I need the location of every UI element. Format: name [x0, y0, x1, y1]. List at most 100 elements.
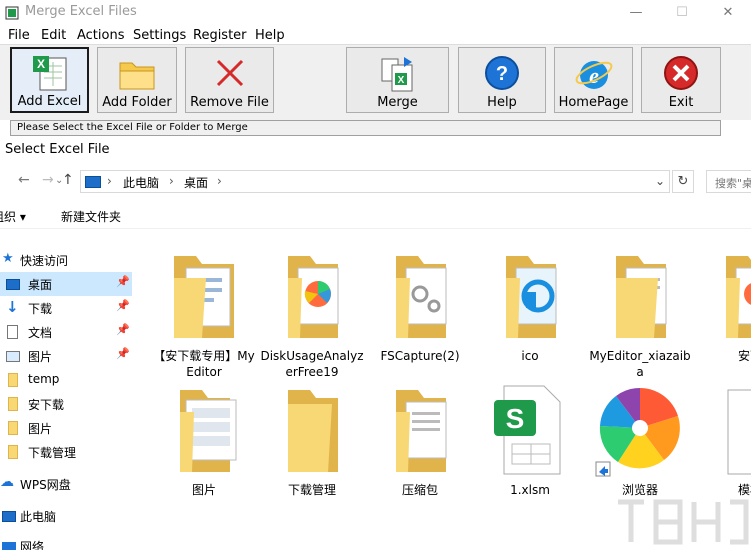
star-icon: ★	[2, 251, 14, 266]
help-icon: ?	[485, 56, 519, 90]
file-item[interactable]: MyEditor_xiazaiba	[586, 244, 694, 384]
address-dropdown-icon[interactable]: ⌄	[655, 174, 665, 188]
svg-text:X: X	[36, 57, 44, 71]
add-excel-label: Add Excel	[17, 94, 82, 109]
folder-icon	[288, 256, 339, 338]
add-folder-button[interactable]: Add Folder	[97, 47, 177, 113]
add-excel-button[interactable]: X Add Excel	[10, 47, 89, 113]
pin-icon[interactable]: 📌	[116, 299, 130, 312]
file-name: MyEditor_xiazaiba	[589, 349, 691, 379]
file-item[interactable]: DiskUsageAnalyzerFree19	[258, 244, 366, 384]
pin-icon[interactable]: 📌	[116, 347, 130, 360]
exit-button[interactable]: Exit	[641, 47, 721, 113]
menu-register[interactable]: Register	[193, 28, 247, 43]
organize-menu[interactable]: 组织 ▾	[0, 208, 26, 225]
merge-button[interactable]: X Merge	[346, 47, 449, 113]
dialog-title: Select Excel File	[5, 142, 110, 157]
address-segment-pc[interactable]: 此电脑	[123, 174, 159, 191]
folder-icon	[288, 390, 338, 472]
nav-item-anxiazai[interactable]: 安下载	[0, 392, 132, 416]
nav-item-download-manager[interactable]: 下载管理	[0, 440, 132, 464]
file-item[interactable]: 下载管理	[258, 378, 366, 518]
browser-icon	[595, 388, 680, 477]
watermark-logo	[618, 499, 749, 545]
folder-icon	[174, 256, 234, 338]
menu-settings[interactable]: Settings	[133, 28, 186, 43]
nav-item-documents[interactable]: 文档 📌	[0, 320, 132, 344]
folder-icon	[180, 390, 237, 472]
document-icon	[7, 325, 18, 339]
help-button[interactable]: ? Help	[458, 47, 546, 113]
add-folder-label: Add Folder	[102, 95, 172, 110]
exit-icon	[664, 56, 698, 90]
nav-item-downloads[interactable]: ↓ 下载 📌	[0, 296, 132, 320]
app-titlebar: Merge Excel Files — ☐ ✕	[0, 0, 751, 26]
address-separator: ›	[217, 174, 222, 188]
remove-x-icon	[216, 59, 243, 87]
folder-icon	[8, 397, 18, 411]
pin-icon[interactable]: 📌	[116, 275, 130, 288]
toolbar: X Add Excel Add Folder Remove File X Mer…	[0, 44, 751, 120]
pin-icon[interactable]: 📌	[116, 323, 130, 336]
cloud-icon: ☁	[0, 474, 14, 490]
computer-icon	[2, 511, 16, 522]
app-icon	[5, 6, 19, 20]
file-name: 下载管理	[287, 483, 336, 497]
download-icon: ↓	[6, 298, 19, 316]
maximize-button[interactable]: ☐	[659, 0, 705, 26]
file-item[interactable]: 压缩包	[366, 378, 474, 518]
close-button[interactable]: ✕	[705, 0, 751, 26]
nav-item-quick-access[interactable]: ★ 快速访问	[0, 248, 132, 272]
document-icon	[727, 389, 751, 475]
menu-help[interactable]: Help	[255, 28, 285, 43]
file-item[interactable]: 图片	[150, 378, 258, 518]
internet-explorer-icon: e	[575, 61, 612, 89]
spreadsheet-file-icon: S	[494, 385, 561, 475]
minimize-button[interactable]: —	[613, 0, 659, 26]
exit-label: Exit	[668, 95, 694, 110]
file-item[interactable]: ico	[476, 244, 584, 384]
folder-icon	[726, 256, 751, 338]
homepage-button[interactable]: e HomePage	[554, 47, 633, 113]
file-name: DiskUsageAnalyzerFree19	[260, 349, 364, 379]
search-input[interactable]: 搜索"桌面"	[706, 170, 751, 193]
nav-item-temp[interactable]: temp	[0, 368, 132, 392]
up-arrow-icon[interactable]: ↑	[62, 172, 74, 188]
address-bar[interactable]: › 此电脑 › 桌面 › ⌄	[80, 170, 670, 193]
file-name: 压缩包	[401, 483, 438, 497]
navigation-pane: ★ 快速访问 桌面 📌 ↓ 下载 📌 文档 📌 图片 📌 temp 安下载 图片…	[0, 244, 132, 550]
menu-actions[interactable]: Actions	[77, 28, 125, 43]
window-title: Merge Excel Files	[25, 4, 137, 19]
merge-icon: X	[381, 57, 412, 92]
refresh-icon[interactable]: ↻	[672, 170, 694, 193]
remove-file-button[interactable]: Remove File	[185, 47, 274, 113]
nav-item-wps-cloud[interactable]: ☁ WPS网盘	[0, 472, 132, 496]
file-name: 1.xlsm	[510, 483, 550, 497]
nav-item-desktop[interactable]: 桌面 📌	[0, 272, 132, 296]
desktop-icon	[6, 279, 20, 290]
back-arrow-icon[interactable]: ←	[18, 172, 30, 188]
nav-item-pictures[interactable]: 图片 📌	[0, 344, 132, 368]
folder-icon	[8, 421, 18, 435]
menu-edit[interactable]: Edit	[41, 28, 66, 43]
folder-icon	[396, 256, 447, 338]
file-name: 【安下载专用】MyEditor	[153, 349, 255, 379]
file-item[interactable]: FSCapture(2)	[366, 244, 474, 384]
svg-text:S: S	[506, 403, 525, 434]
new-folder-button[interactable]: 新建文件夹	[61, 208, 121, 225]
address-segment-desktop[interactable]: 桌面	[184, 174, 208, 191]
nav-item-pictures-folder[interactable]: 图片	[0, 416, 132, 440]
nav-item-this-pc[interactable]: 此电脑	[0, 504, 132, 528]
forward-arrow-icon[interactable]: →	[42, 172, 54, 188]
file-name: FSCapture(2)	[380, 349, 460, 363]
command-bar: 组织 ▾ 新建文件夹	[0, 203, 751, 229]
folder-icon	[8, 373, 18, 387]
menu-file[interactable]: File	[8, 28, 30, 43]
file-item[interactable]: 【安下载专用】MyEditor	[150, 244, 258, 384]
address-separator: ›	[169, 174, 174, 188]
file-name: 安下	[737, 349, 751, 363]
file-item[interactable]: 安下	[696, 244, 751, 384]
file-item[interactable]: S 1.xlsm	[476, 378, 584, 518]
homepage-label: HomePage	[558, 95, 629, 110]
nav-item-network[interactable]: 网络	[0, 534, 132, 550]
